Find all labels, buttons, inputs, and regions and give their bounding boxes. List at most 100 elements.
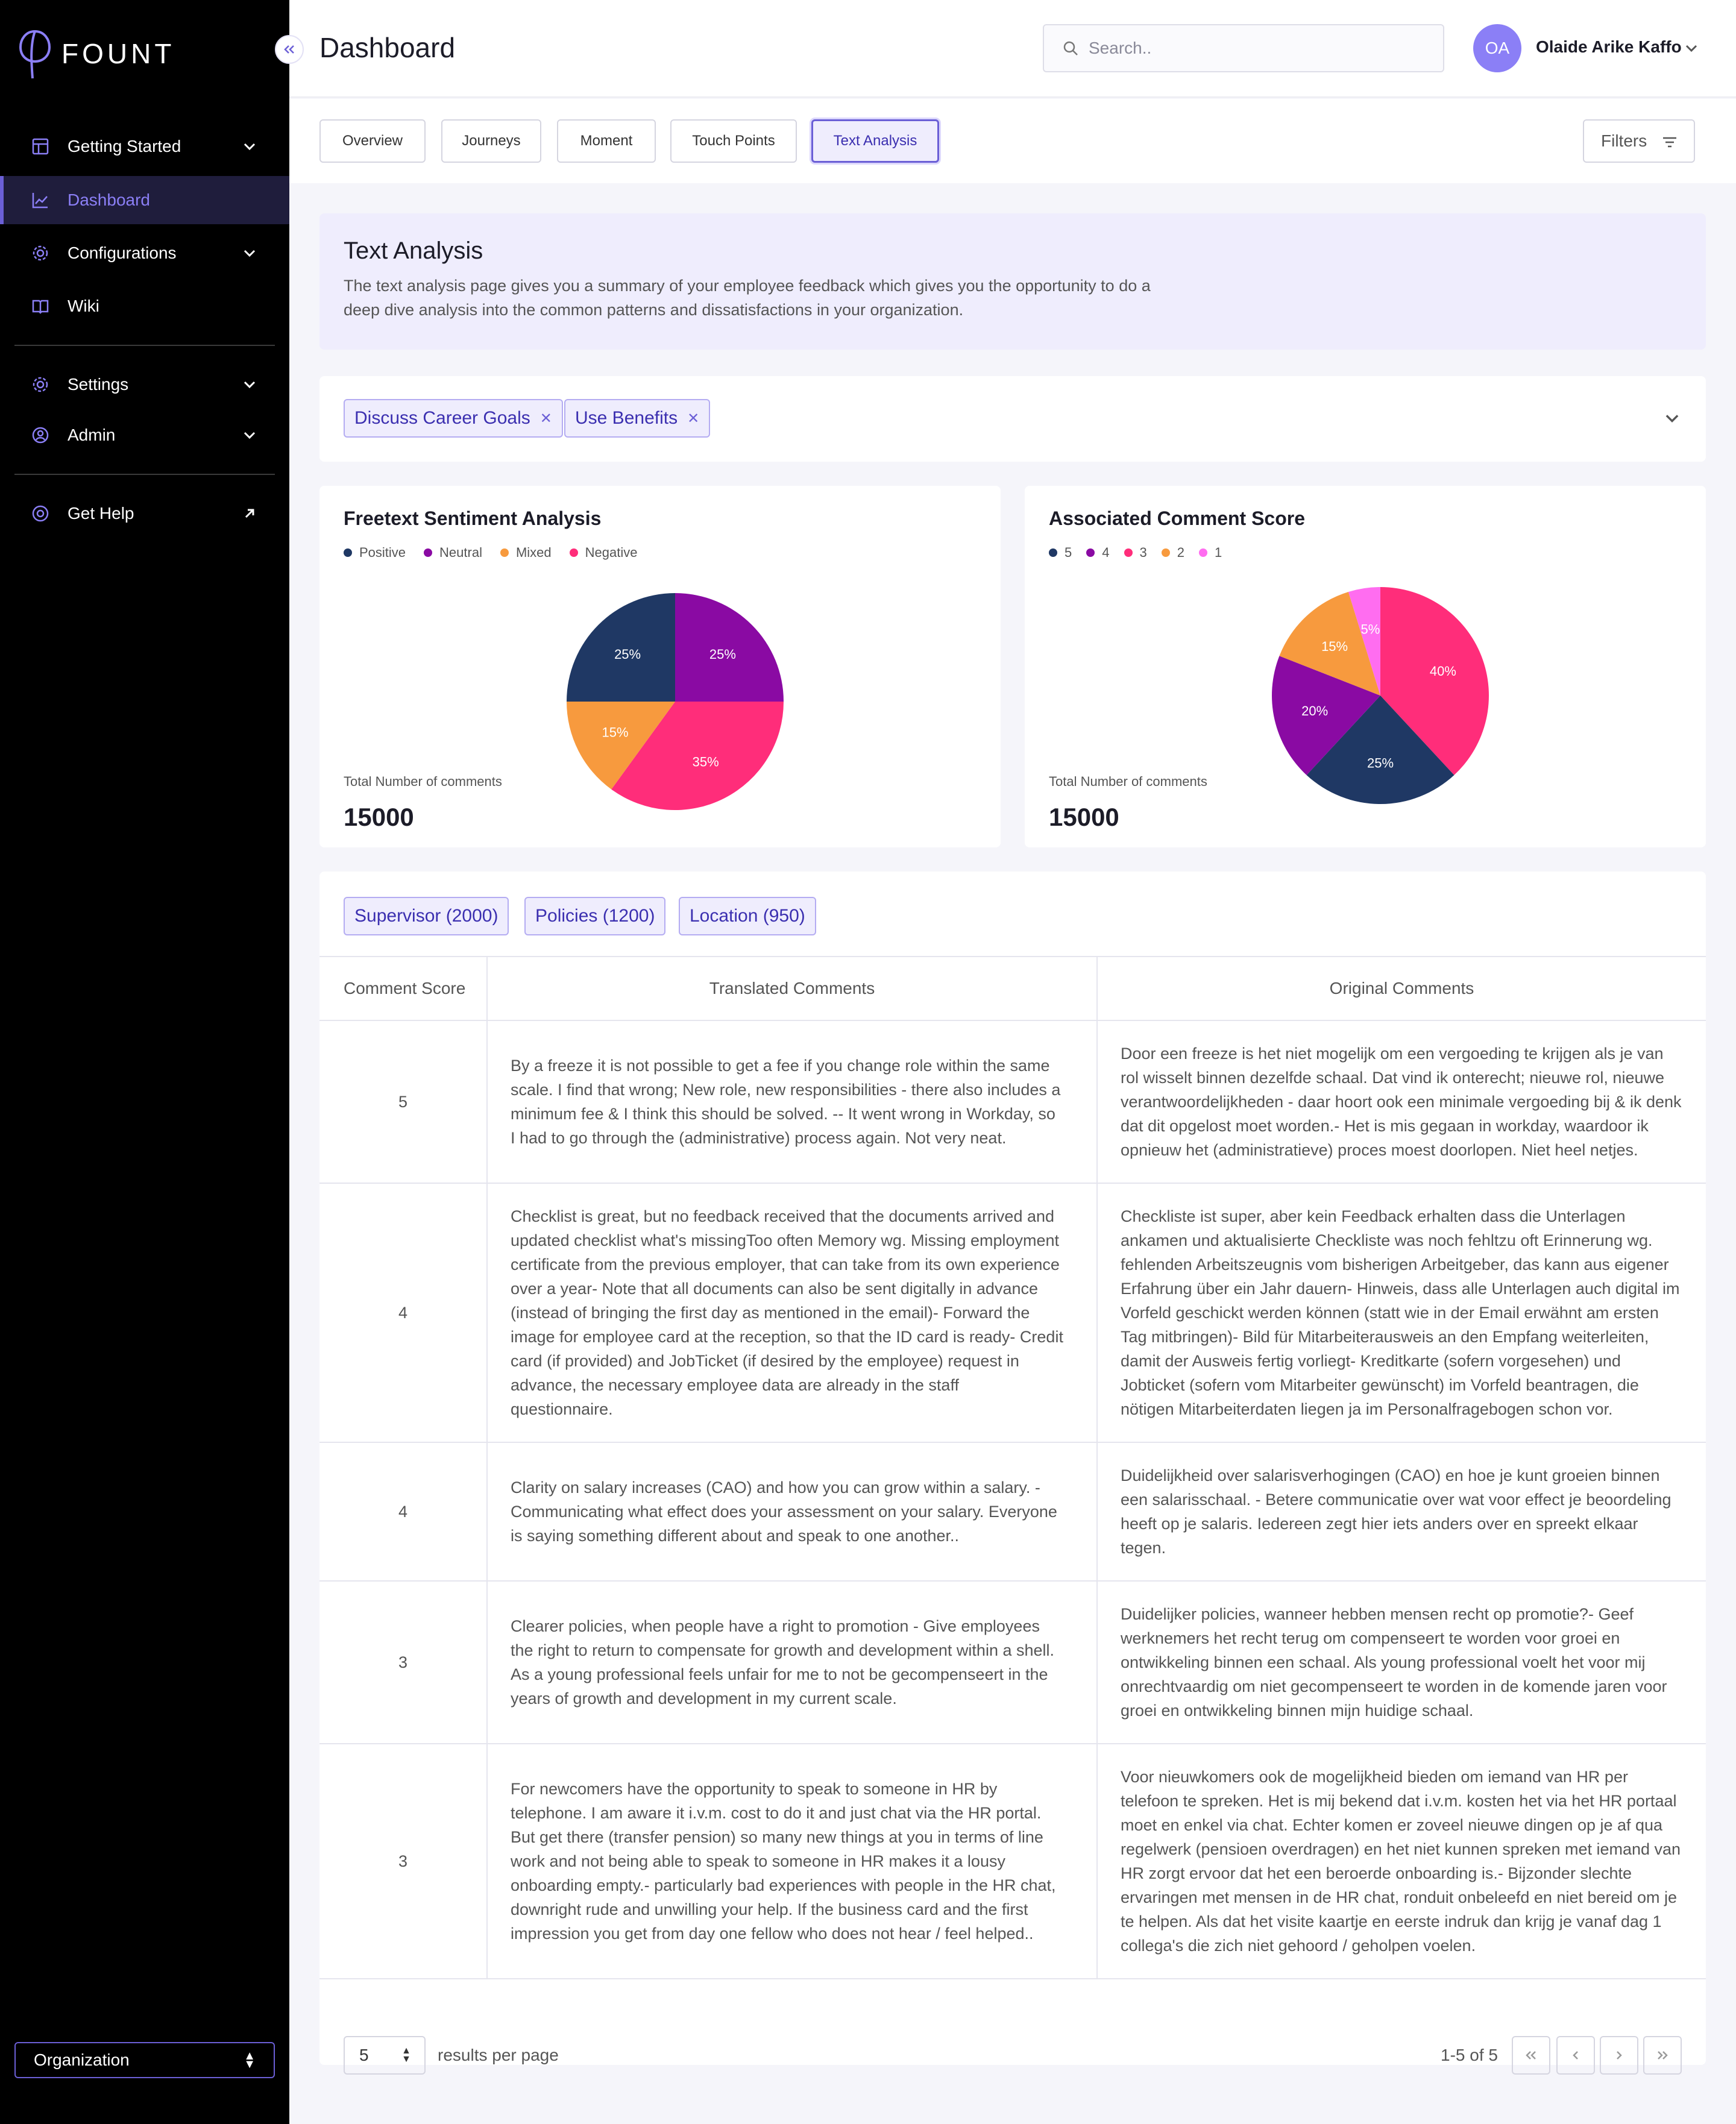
external-link-arrow-icon [245,509,254,518]
original-comment-cell: Duidelijkheid over salarisverhogingen (C… [1097,1442,1706,1582]
section-description: The text analysis page gives you a summa… [344,277,1151,319]
sidebar-item-admin[interactable]: Admin [0,411,289,459]
organization-select-value: Organization [34,2050,130,2069]
legend-item: 2 [1161,545,1184,561]
topic-tag[interactable]: Location (950) [679,897,816,935]
chevron-down-icon [244,381,256,389]
total-comments-value: 15000 [344,803,414,831]
comment-score-chart-card: Associated Comment Score 5 4 3 2 1 40% 25… [1025,486,1706,847]
pie-slice-label: 25% [1367,756,1394,771]
topic-tag[interactable]: Supervisor (2000) [344,897,509,935]
comment-score-cell: 3 [319,1744,488,1979]
sidebar-item-configurations[interactable]: Configurations [0,229,289,277]
tab-touch-points[interactable]: Touch Points [670,119,797,163]
legend-label: 3 [1139,545,1147,560]
original-comment-cell: Checkliste ist super, aber kein Feedback… [1097,1183,1706,1443]
legend-item: Mixed [500,545,552,561]
gear-icon [30,374,51,395]
sidebar-item-get-help[interactable]: Get Help [0,489,289,538]
sidebar-divider [14,345,275,346]
comment-score-cell: 3 [319,1581,488,1744]
first-page-button[interactable] [1512,2036,1550,2075]
original-comment-cell: Door een freeze is het niet mogelijk om … [1097,1020,1706,1184]
legend-label: Positive [359,545,406,560]
comments-table: Comment Score Translated Comments Origin… [319,956,1706,1979]
double-chevron-left-icon [1526,2051,1536,2060]
double-chevron-right-icon [1658,2051,1668,2060]
filter-lines-icon [1663,137,1676,148]
original-comment-cell: Duidelijker policies, wanneer hebben men… [1097,1581,1706,1744]
pie-slice-label: 40% [1430,664,1456,679]
chart-line-icon [30,190,51,210]
sidebar-item-wiki[interactable]: Wiki [0,282,289,330]
chevron-down-icon[interactable] [1683,40,1700,57]
table-row: 4 Checklist is great, but no feedback re… [319,1183,1706,1443]
column-header-translated[interactable]: Translated Comments [487,956,1098,1021]
double-chevron-left-icon [284,45,294,54]
filters-button[interactable]: Filters [1583,119,1695,163]
logo-text: FOUNT [61,38,175,69]
search-input[interactable] [1089,39,1426,58]
pie-slice-label: 15% [602,725,629,740]
avatar[interactable]: OA [1473,24,1521,72]
sidebar-item-label: Wiki [68,297,99,315]
table-row: 3 For newcomers have the opportunity to … [319,1744,1706,1979]
search-box[interactable] [1043,24,1444,72]
filter-chip[interactable]: Discuss Career Goals ✕ [344,399,563,438]
column-header-original[interactable]: Original Comments [1097,956,1706,1021]
chevron-down-icon [244,143,256,151]
intro-banner: Text Analysis The text analysis page giv… [319,213,1706,350]
legend-swatch [1086,548,1095,557]
tab-overview[interactable]: Overview [319,119,426,163]
translated-comment-cell: Clearer policies, when people have a rig… [487,1581,1098,1744]
close-icon[interactable]: ✕ [540,410,552,427]
sentiment-chart-card: Freetext Sentiment Analysis Positive Neu… [319,486,1001,847]
tab-bar: Overview Journeys Moment Touch Points Te… [289,99,1736,183]
collapse-sidebar-button[interactable] [275,35,304,64]
legend-label: Mixed [515,545,552,560]
page-range-info: 1-5 of 5 [1441,2046,1498,2064]
user-name[interactable]: Olaide Arike Kaffo [1536,37,1682,57]
tab-moment[interactable]: Moment [557,119,656,163]
pie-slice-label: 25% [614,647,641,662]
per-page-value: 5 [359,2046,369,2064]
organization-select[interactable]: Organization ▲ ▼ [14,2042,275,2078]
total-comments-value: 15000 [1049,803,1119,831]
comment-score-cell: 4 [319,1442,488,1582]
translated-comment-cell: Clarity on salary increases (CAO) and ho… [487,1442,1098,1582]
updown-icon: ▲ ▼ [244,2049,256,2071]
results-per-page-select[interactable]: 5 ▲ ▼ [344,2036,426,2075]
sidebar-item-label: Dashboard [68,190,150,209]
chevron-right-icon [1617,2051,1622,2060]
updown-icon: ▲ ▼ [401,2046,411,2064]
chart-title: Associated Comment Score [1049,507,1306,529]
comment-score-cell: 5 [319,1020,488,1184]
tab-text-analysis[interactable]: Text Analysis [811,119,939,163]
sidebar-item-dashboard[interactable]: Dashboard [0,176,289,224]
help-lifebuoy-icon [30,503,51,524]
total-comments-label: Total Number of comments [1049,774,1207,789]
chevron-down-icon [244,250,256,257]
translated-comment-cell: Checklist is great, but no feedback rece… [487,1183,1098,1443]
previous-page-button[interactable] [1556,2036,1595,2075]
sidebar-item-getting-started[interactable]: Getting Started [0,122,289,171]
column-header-score[interactable]: Comment Score [319,956,488,1021]
chevron-down-icon[interactable] [1662,409,1682,428]
close-icon[interactable]: ✕ [687,410,699,427]
legend-item: 1 [1199,545,1222,561]
section-title: Text Analysis [344,237,483,264]
pie-slice-label: 15% [1321,639,1348,654]
chevron-down-icon [244,432,256,439]
sidebar-divider [14,474,275,475]
table-row: 5 By a freeze it is not possible to get … [319,1020,1706,1184]
sidebar-item-settings[interactable]: Settings [0,360,289,409]
next-page-button[interactable] [1600,2036,1638,2075]
last-page-button[interactable] [1643,2036,1682,2075]
chart-legend: 5 4 3 2 1 [1049,545,1236,561]
filter-chip[interactable]: Use Benefits ✕ [564,399,711,438]
per-page-label: results per page [438,2046,559,2064]
fount-logo[interactable]: FOUNT [17,27,175,81]
tab-journeys[interactable]: Journeys [441,119,541,163]
topic-tag[interactable]: Policies (1200) [524,897,666,935]
translated-comment-cell: For newcomers have the opportunity to sp… [487,1744,1098,1979]
